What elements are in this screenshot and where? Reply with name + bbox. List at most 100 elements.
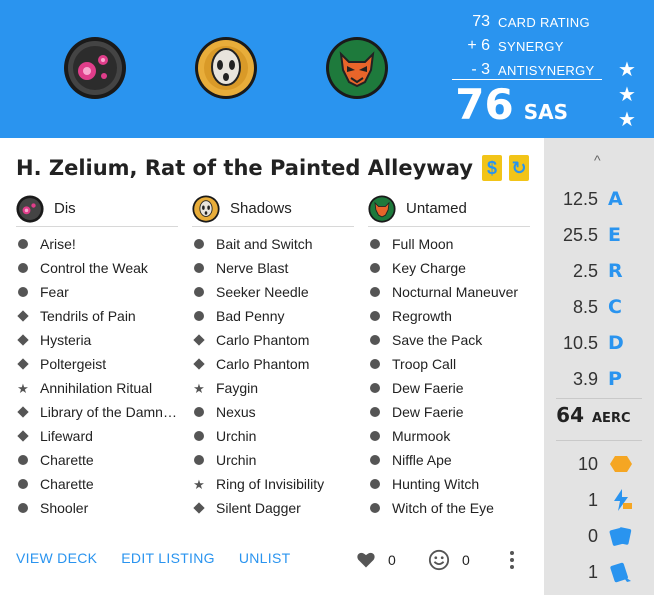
card-item[interactable]: Bad Penny [192, 304, 354, 328]
smile-icon[interactable] [428, 549, 450, 571]
card-item[interactable]: Library of the Damn… [16, 400, 178, 424]
card-item[interactable]: Charette [16, 448, 178, 472]
card-item[interactable]: Lifeward [16, 424, 178, 448]
stat-creature-control: 8.5 C [544, 295, 654, 319]
card-item[interactable]: Urchin [192, 448, 354, 472]
card-item[interactable]: Niffle Ape [368, 448, 530, 472]
card-name: Library of the Damn… [40, 404, 177, 420]
action-icon [370, 407, 380, 417]
house-header: Untamed [368, 194, 530, 227]
card-name: Faygin [216, 380, 259, 396]
star-icon: ★ [618, 109, 636, 131]
card-name: Witch of the Eye [392, 500, 494, 516]
sas-label: SAS [523, 100, 568, 124]
card-name: Arise! [40, 236, 76, 252]
card-item[interactable]: Charette [16, 472, 178, 496]
stats-divider [556, 440, 642, 441]
house-header: Dis [16, 194, 178, 227]
for-trade-badge[interactable]: ↻ [509, 155, 529, 181]
card-list: Bait and Switch Nerve Blast Seeker Needl… [192, 232, 354, 520]
dis-icon [16, 194, 44, 223]
collapse-chevron-icon[interactable]: ^ [594, 152, 601, 168]
house-name: Dis [54, 200, 76, 217]
sas-score: 76 SAS [455, 80, 568, 129]
card-name: Dew Faerie [392, 380, 464, 396]
view-deck-link[interactable]: VIEW DECK [16, 550, 97, 566]
card-item[interactable]: Fear [16, 280, 178, 304]
card-list: Arise! Control the Weak Fear Tendrils of… [16, 232, 178, 520]
card-item[interactable]: Poltergeist [16, 352, 178, 376]
card-item[interactable]: ★ Ring of Invisibility [192, 472, 354, 496]
card-name: Nerve Blast [216, 260, 289, 276]
action-icon [370, 383, 380, 393]
rare-star-icon: ★ [193, 476, 205, 492]
unlist-link[interactable]: UNLIST [239, 550, 291, 566]
card-item[interactable]: Murmook [368, 424, 530, 448]
stat-deck-manipulation: 10.5 D [544, 331, 654, 355]
card-item[interactable]: Full Moon [368, 232, 530, 256]
stat-value: 10.5 [562, 332, 598, 353]
aember-icon [608, 451, 634, 477]
action-icon [18, 479, 28, 489]
card-name: Bait and Switch [216, 236, 313, 252]
action-icon [194, 431, 204, 441]
card-item[interactable]: Nerve Blast [192, 256, 354, 280]
card-item[interactable]: Bait and Switch [192, 232, 354, 256]
card-item[interactable]: Silent Dagger [192, 496, 354, 520]
card-item[interactable]: Dew Faerie [368, 400, 530, 424]
stat-value: 1 [587, 561, 598, 582]
card-item[interactable]: Seeker Needle [192, 280, 354, 304]
action-icon [370, 431, 380, 441]
card-item[interactable]: Nexus [192, 400, 354, 424]
action-icon [370, 239, 380, 249]
stats-panel: ^ 12.5 A 25.5 E 2.5 R 8.5 C 10.5 D 3.9 P… [544, 138, 654, 595]
card-item[interactable]: Control the Weak [16, 256, 178, 280]
card-item[interactable]: Witch of the Eye [368, 496, 530, 520]
more-menu-icon[interactable] [507, 549, 517, 571]
card-item[interactable]: Dew Faerie [368, 376, 530, 400]
stat-value: 3.9 [572, 368, 598, 389]
card-item[interactable]: Urchin [192, 424, 354, 448]
stat-raw-aember: 10 [544, 451, 654, 477]
deck-title[interactable]: H. Zelium, Rat of the Painted Alleyway [16, 156, 473, 180]
stat-letter: C [608, 296, 622, 318]
card-item[interactable]: Key Charge [368, 256, 530, 280]
card-item[interactable]: Carlo Phantom [192, 352, 354, 376]
card-item[interactable]: Hunting Witch [368, 472, 530, 496]
shadows-house-icon [194, 36, 258, 100]
card-item[interactable]: Arise! [16, 232, 178, 256]
card-name: Carlo Phantom [216, 332, 310, 348]
card-item[interactable]: ★ Annihilation Ritual [16, 376, 178, 400]
funny-count: 0 [462, 552, 470, 568]
synergy-row: + 6 SYNERGY [438, 34, 598, 58]
stat-letter: E [608, 224, 621, 246]
for-sale-badge[interactable]: $ [482, 155, 502, 181]
card-item[interactable]: Hysteria [16, 328, 178, 352]
edit-listing-link[interactable]: EDIT LISTING [121, 550, 215, 566]
card-rating-row: 73 CARD RATING [438, 10, 598, 34]
heart-icon[interactable] [356, 550, 376, 570]
house-column-untamed: Untamed Full Moon Key Charge Nocturnal M… [368, 194, 530, 520]
card-name: Nocturnal Maneuver [392, 284, 519, 300]
card-item[interactable]: Troop Call [368, 352, 530, 376]
card-name: Save the Pack [392, 332, 483, 348]
card-item[interactable]: Carlo Phantom [192, 328, 354, 352]
card-item[interactable]: Regrowth [368, 304, 530, 328]
card-item[interactable]: Save the Pack [368, 328, 530, 352]
card-item[interactable]: Nocturnal Maneuver [368, 280, 530, 304]
card-name: Poltergeist [40, 356, 107, 372]
untamed-icon [368, 194, 396, 223]
card-item[interactable]: ★ Faygin [192, 376, 354, 400]
like-count: 0 [388, 552, 396, 568]
house-header: Shadows [192, 194, 354, 227]
card-name: Charette [40, 476, 94, 492]
upgrade-icon [193, 358, 205, 370]
action-icon [18, 287, 28, 297]
card-name: Carlo Phantom [216, 356, 310, 372]
stat-letter: P [608, 368, 622, 390]
stat-value: 1 [587, 489, 598, 510]
action-icon [194, 311, 204, 321]
action-icon [194, 287, 204, 297]
card-item[interactable]: Tendrils of Pain [16, 304, 178, 328]
card-item[interactable]: Shooler [16, 496, 178, 520]
